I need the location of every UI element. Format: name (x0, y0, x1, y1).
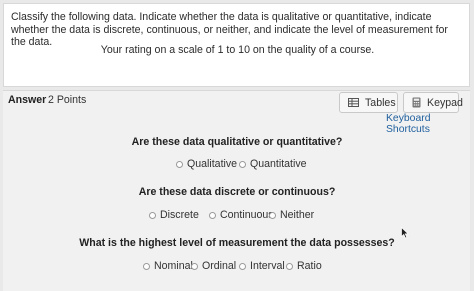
radio-icon[interactable] (191, 262, 198, 270)
q3-option-nominal[interactable]: Nominal (143, 260, 193, 272)
option-label: Neither (280, 209, 315, 221)
points-value: 2 Points (48, 94, 87, 106)
mouse-pointer-icon (401, 226, 410, 244)
radio-icon[interactable] (239, 262, 246, 270)
radio-icon[interactable] (286, 262, 293, 270)
question-panel: Classify the following data. Indicate wh… (3, 3, 470, 87)
radio-icon[interactable] (176, 160, 183, 168)
q1-option-quantitative[interactable]: Quantitative (239, 158, 307, 170)
option-label: Interval (250, 260, 285, 272)
option-label: Nominal (154, 260, 193, 272)
answer-label: Answer (8, 94, 47, 106)
radio-icon[interactable] (269, 211, 276, 219)
option-label: Qualitative (187, 158, 238, 170)
option-label: Ordinal (202, 260, 237, 272)
radio-icon[interactable] (239, 160, 246, 168)
calculator-icon (412, 97, 421, 108)
keyboard-shortcuts-link[interactable]: Keyboard Shortcuts (386, 113, 474, 135)
q3-option-ratio[interactable]: Ratio (286, 260, 322, 272)
q1-title: Are these data qualitative or quantitati… (131, 136, 343, 148)
option-label: Discrete (160, 209, 199, 221)
q2-option-neither[interactable]: Neither (269, 209, 314, 221)
q1-option-qualitative[interactable]: Qualitative (176, 158, 237, 170)
radio-icon[interactable] (143, 262, 150, 270)
keypad-button-label: Keypad (427, 96, 463, 109)
q3-option-ordinal[interactable]: Ordinal (191, 260, 236, 272)
option-label: Quantitative (250, 158, 307, 170)
q2-option-discrete[interactable]: Discrete (149, 209, 199, 221)
q2-option-continuous[interactable]: Continuous (209, 209, 274, 221)
keypad-button[interactable]: Keypad (403, 92, 463, 113)
tables-button-label: Tables (365, 96, 396, 109)
table-icon (348, 98, 359, 107)
option-label: Ratio (297, 260, 322, 272)
q2-title: Are these data discrete or continuous? (138, 186, 336, 198)
radio-icon[interactable] (149, 211, 156, 219)
option-label: Continuous (220, 209, 274, 221)
tables-button[interactable]: Tables (339, 92, 398, 113)
question-scenario: Your rating on a scale of 1 to 10 on the… (100, 44, 375, 56)
radio-icon[interactable] (209, 211, 216, 219)
q3-option-interval[interactable]: Interval (239, 260, 285, 272)
